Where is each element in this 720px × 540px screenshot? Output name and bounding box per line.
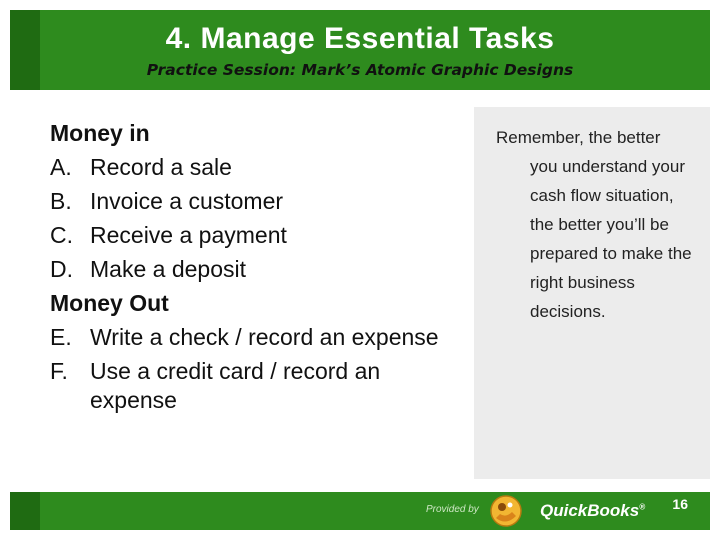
callout-body: you understand your cash flow situation,… <box>530 157 692 321</box>
quickbooks-logo-text: QuickBooks® <box>540 501 645 521</box>
item-letter: C. <box>50 222 73 248</box>
list-item: F. Use a credit card / record an expense <box>50 354 470 415</box>
item-letter: B. <box>50 188 72 214</box>
item-text: Write a check / record an expense <box>90 324 439 350</box>
money-in-heading: Money in <box>50 120 150 146</box>
item-letter: F. <box>50 358 68 384</box>
task-list: Money in A. Record a sale B. Invoice a c… <box>50 116 470 415</box>
item-letter: A. <box>50 154 72 180</box>
list-item: D. Make a deposit <box>50 252 470 286</box>
item-letter: E. <box>50 324 72 350</box>
callout-text: Remember, the better you understand your… <box>496 123 696 326</box>
item-text: Invoice a customer <box>90 188 284 214</box>
item-text: Use a credit card / record an expense <box>90 358 381 413</box>
registered-mark: ® <box>639 502 646 512</box>
slide-subtitle: Practice Session: Mark’s Atomic Graphic … <box>146 61 574 79</box>
slide-title: 4. Manage Essential Tasks <box>165 22 555 55</box>
tip-callout: Remember, the better you understand your… <box>474 107 710 479</box>
item-text: Record a sale <box>90 154 232 180</box>
item-letter: D. <box>50 256 73 282</box>
callout-first-line: Remember, the better <box>496 128 661 147</box>
quickbooks-mascot-icon <box>490 495 522 527</box>
money-out-heading: Money Out <box>50 290 169 316</box>
brand-name: QuickBooks <box>540 501 640 520</box>
list-item: E. Write a check / record an expense <box>50 320 470 354</box>
provided-by-label: Provided by <box>426 504 479 515</box>
title-banner: 4. Manage Essential Tasks Practice Sessi… <box>10 10 710 90</box>
item-text: Receive a payment <box>90 222 287 248</box>
list-item: C. Receive a payment <box>50 218 470 252</box>
list-item: B. Invoice a customer <box>50 184 470 218</box>
page-number: 16 <box>672 496 688 512</box>
item-text: Make a deposit <box>90 256 246 282</box>
footer-accent-stripe <box>10 492 40 530</box>
list-item: A. Record a sale <box>50 150 470 184</box>
footer-bar: Provided by QuickBooks® 16 <box>10 492 710 530</box>
